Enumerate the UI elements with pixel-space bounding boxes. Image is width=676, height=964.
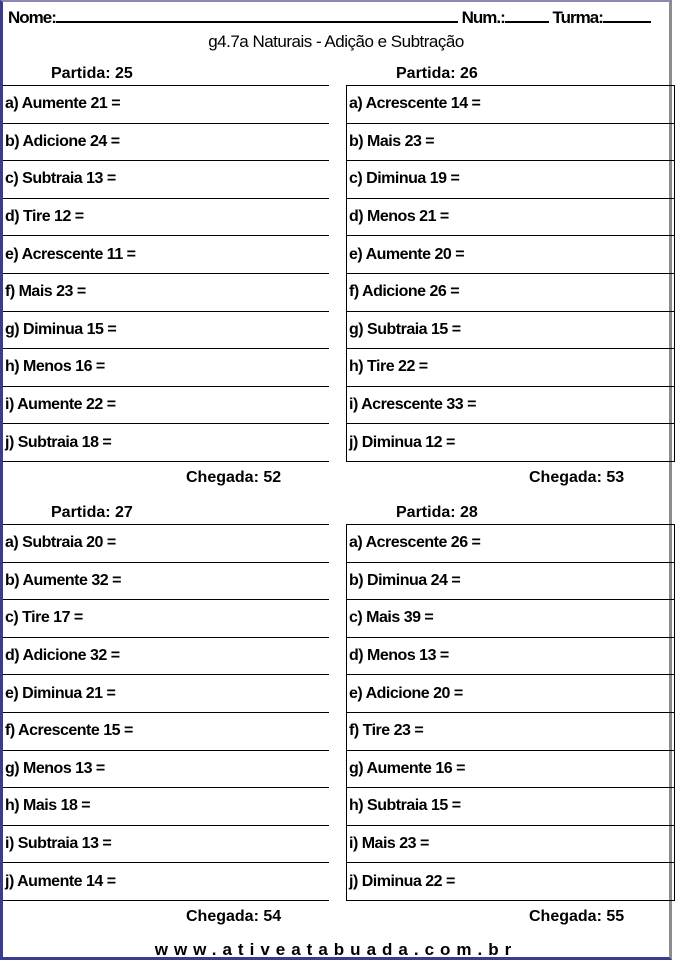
name-field[interactable]	[55, 6, 458, 23]
exercise-row[interactable]: e) Adicione 20 =	[347, 675, 674, 713]
exercise-row[interactable]: i) Mais 23 =	[347, 826, 674, 864]
exercise-row[interactable]: d) Menos 13 =	[347, 638, 674, 676]
exercise-row[interactable]: h) Menos 16 =	[3, 349, 329, 387]
exercise-list: a) Aumente 21 = b) Adicione 24 = c) Subtra…	[3, 85, 329, 462]
exercise-list: a) Acrescente 14 = b) Mais 23 = c) Diminua…	[346, 85, 675, 462]
name-label: Nome:	[8, 8, 57, 27]
exercise-row[interactable]: d) Menos 21 =	[347, 199, 674, 237]
website-footer: www.ativeatabuada.com.br	[154, 940, 518, 959]
exercise-row[interactable]: c) Subtraia 13 =	[3, 161, 329, 199]
exercise-row[interactable]: a) Subtraia 20 =	[3, 525, 329, 563]
exercise-row[interactable]: a) Acrescente 14 =	[347, 86, 674, 124]
exercise-row[interactable]: b) Adicione 24 =	[3, 124, 329, 162]
exercise-row[interactable]: h) Mais 18 =	[3, 788, 329, 826]
exercise-row[interactable]: d) Tire 12 =	[3, 199, 329, 237]
exercise-row[interactable]: f) Tire 23 =	[347, 713, 674, 751]
exercise-row[interactable]: c) Mais 39 =	[347, 600, 674, 638]
exercise-row[interactable]: h) Tire 22 =	[347, 349, 674, 387]
exercise-row[interactable]: j) Aumente 14 =	[3, 863, 329, 901]
class-label: Turma:	[552, 8, 604, 27]
exercise-row[interactable]: j) Diminua 12 =	[347, 424, 674, 462]
exercise-row[interactable]: f) Adicione 26 =	[347, 274, 674, 312]
exercise-row[interactable]: b) Aumente 32 =	[3, 563, 329, 601]
finish-value: Chegada: 55	[529, 908, 625, 925]
exercise-row[interactable]: e) Aumente 20 =	[347, 236, 674, 274]
exercise-row[interactable]: g) Subtraia 15 =	[347, 312, 674, 350]
finish-value: Chegada: 52	[186, 469, 282, 486]
exercise-row[interactable]: h) Subtraia 15 =	[347, 788, 674, 826]
exercise-row[interactable]: g) Aumente 16 =	[347, 751, 674, 789]
worksheet-title: g4.7a Naturais - Adição e Subtração	[208, 32, 464, 51]
exercise-list: a) Subtraia 20 = b) Aumente 32 = c) Tire 1…	[3, 524, 329, 901]
exercise-row[interactable]: e) Diminua 21 =	[3, 675, 329, 713]
student-header: Nome: Num.: Turma:	[8, 6, 669, 28]
start-value: Partida: 27	[51, 504, 133, 521]
num-label: Num.:	[461, 8, 506, 27]
exercise-list: a) Acrescente 26 = b) Diminua 24 = c) Mais…	[346, 524, 675, 901]
exercise-row[interactable]: f) Acrescente 15 =	[3, 713, 329, 751]
exercise-row[interactable]: a) Aumente 21 =	[3, 86, 329, 124]
worksheet-page: Nome: Num.: Turma: g4.7a Naturais - Adiç…	[0, 0, 675, 960]
start-value: Partida: 25	[51, 65, 133, 82]
exercise-row[interactable]: g) Diminua 15 =	[3, 312, 329, 350]
exercise-row[interactable]: g) Menos 13 =	[3, 751, 329, 789]
start-value: Partida: 26	[396, 65, 478, 82]
exercise-row[interactable]: b) Diminua 24 =	[347, 563, 674, 601]
exercise-row[interactable]: e) Acrescente 11 =	[3, 236, 329, 274]
exercise-row[interactable]: c) Diminua 19 =	[347, 161, 674, 199]
exercise-row[interactable]: j) Subtraia 18 =	[3, 424, 329, 462]
class-field[interactable]	[602, 6, 651, 23]
exercise-row[interactable]: a) Acrescente 26 =	[347, 525, 674, 563]
exercise-row[interactable]: f) Mais 23 =	[3, 274, 329, 312]
exercise-row[interactable]: i) Aumente 22 =	[3, 387, 329, 425]
num-field[interactable]	[504, 6, 549, 23]
exercise-row[interactable]: i) Acrescente 33 =	[347, 387, 674, 425]
exercise-row[interactable]: b) Mais 23 =	[347, 124, 674, 162]
exercise-row[interactable]: d) Adicione 32 =	[3, 638, 329, 676]
exercise-row[interactable]: j) Diminua 22 =	[347, 863, 674, 901]
finish-value: Chegada: 54	[186, 908, 282, 925]
exercise-row[interactable]: i) Subtraia 13 =	[3, 826, 329, 864]
start-value: Partida: 28	[396, 504, 478, 521]
exercise-row[interactable]: c) Tire 17 =	[3, 600, 329, 638]
finish-value: Chegada: 53	[529, 469, 625, 486]
